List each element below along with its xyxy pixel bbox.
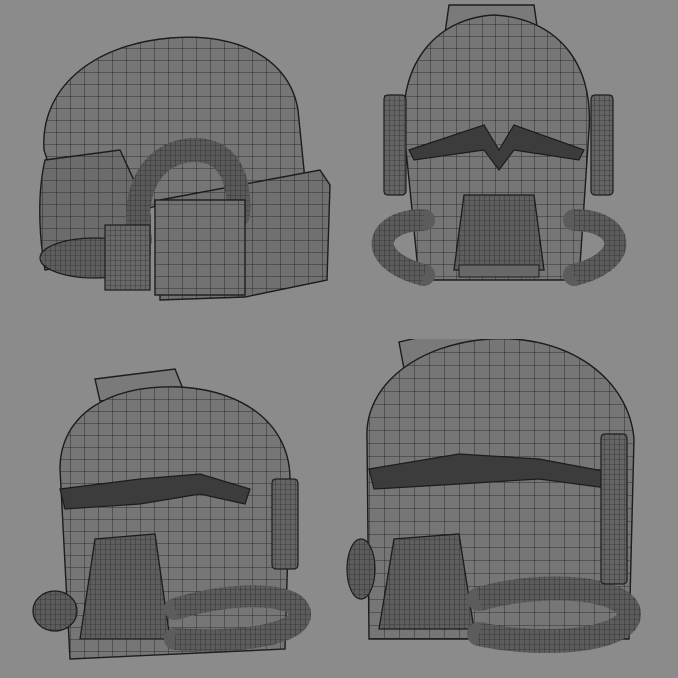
helmet-front-left-icon	[32, 368, 312, 660]
helmet-front-right-icon	[346, 339, 642, 653]
helmet-view-front-right	[339, 339, 678, 678]
helmet-view-front	[339, 0, 678, 339]
helmet-view-front-left	[0, 339, 339, 678]
helmet-side-icon	[39, 36, 331, 301]
render-viewport	[0, 0, 678, 678]
helmet-view-side	[0, 0, 339, 339]
helmet-front-icon	[371, 4, 627, 286]
